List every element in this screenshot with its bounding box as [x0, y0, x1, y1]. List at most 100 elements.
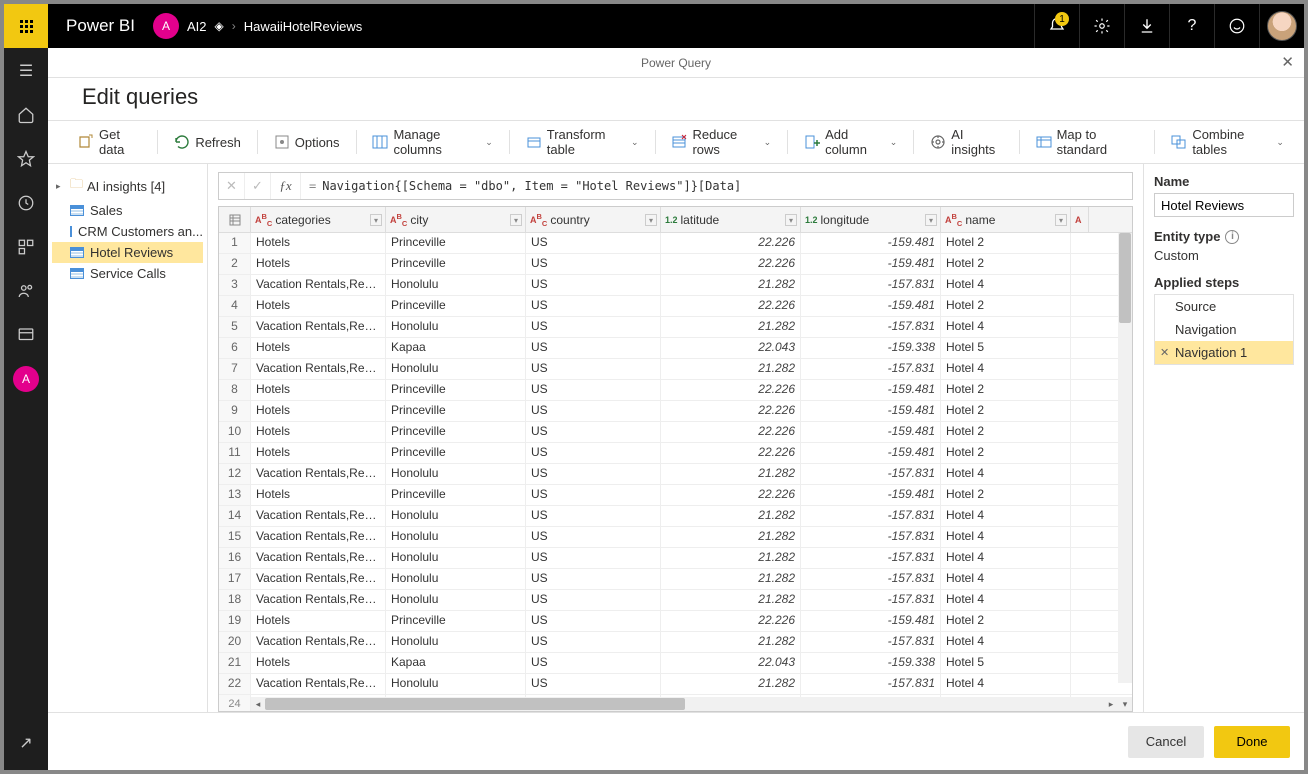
cell-latitude[interactable]: 22.226 — [661, 296, 801, 316]
cell-longitude[interactable]: -159.338 — [801, 338, 941, 358]
table-row[interactable]: 1HotelsPrincevilleUS22.226-159.481Hotel … — [219, 233, 1132, 254]
cell-latitude[interactable]: 21.282 — [661, 464, 801, 484]
breadcrumb-page[interactable]: HawaiiHotelReviews — [244, 19, 363, 34]
nav-share-button[interactable]: ↗ — [4, 726, 48, 760]
cell-city[interactable]: Honolulu — [386, 506, 526, 526]
cell-latitude[interactable]: 21.282 — [661, 548, 801, 568]
cell-longitude[interactable]: -159.481 — [801, 443, 941, 463]
add-column-button[interactable]: Add column ⌄ — [796, 123, 905, 161]
cell-country[interactable]: US — [526, 422, 661, 442]
cell-name[interactable]: Hotel 2 — [941, 611, 1071, 631]
cell-country[interactable]: US — [526, 653, 661, 673]
options-button[interactable]: Options — [266, 130, 348, 154]
cell-longitude[interactable]: -159.481 — [801, 233, 941, 253]
cell-longitude[interactable]: -157.831 — [801, 527, 941, 547]
profile-button[interactable] — [1259, 4, 1304, 48]
column-header[interactable]: ABC country▾ — [526, 207, 661, 232]
column-header[interactable]: ABC categories▾ — [251, 207, 386, 232]
cell-city[interactable]: Princeville — [386, 443, 526, 463]
cell-categories[interactable]: Hotels — [251, 380, 386, 400]
table-row[interactable]: 8HotelsPrincevilleUS22.226-159.481Hotel … — [219, 380, 1132, 401]
cell-latitude[interactable]: 22.226 — [661, 422, 801, 442]
cell-name[interactable]: Hotel 2 — [941, 296, 1071, 316]
formula-accept-button[interactable]: ✓ — [245, 173, 271, 199]
cell-categories[interactable]: Hotels — [251, 443, 386, 463]
table-row[interactable]: 10HotelsPrincevilleUS22.226-159.481Hotel… — [219, 422, 1132, 443]
cell-longitude[interactable]: -159.338 — [801, 653, 941, 673]
cell-categories[interactable]: Vacation Rentals,Resorts &... — [251, 569, 386, 589]
cell-longitude[interactable]: -159.481 — [801, 380, 941, 400]
cell-name[interactable]: Hotel 2 — [941, 380, 1071, 400]
cell-city[interactable]: Princeville — [386, 611, 526, 631]
cell-categories[interactable]: Vacation Rentals,Resorts &... — [251, 359, 386, 379]
vertical-scrollbar[interactable] — [1118, 233, 1132, 683]
applied-step[interactable]: Source — [1155, 295, 1293, 318]
column-filter-button[interactable]: ▾ — [785, 214, 797, 226]
cell-categories[interactable]: Hotels — [251, 254, 386, 274]
table-row[interactable]: 19HotelsPrincevilleUS22.226-159.481Hotel… — [219, 611, 1132, 632]
cell-name[interactable]: Hotel 4 — [941, 506, 1071, 526]
table-row[interactable]: 9HotelsPrincevilleUS22.226-159.481Hotel … — [219, 401, 1132, 422]
table-row[interactable]: 3Vacation Rentals,Resorts &...HonoluluUS… — [219, 275, 1132, 296]
cell-latitude[interactable]: 22.226 — [661, 611, 801, 631]
table-row[interactable]: 21HotelsKapaaUS22.043-159.338Hotel 5 — [219, 653, 1132, 674]
cell-name[interactable]: Hotel 2 — [941, 254, 1071, 274]
cell-name[interactable]: Hotel 2 — [941, 422, 1071, 442]
cell-longitude[interactable]: -157.831 — [801, 275, 941, 295]
breadcrumb-workspace[interactable]: AI2 — [187, 19, 207, 34]
ai-insights-button[interactable]: AI insights — [922, 123, 1010, 161]
cancel-button[interactable]: Cancel — [1128, 726, 1204, 758]
cell-categories[interactable]: Hotels — [251, 653, 386, 673]
table-row[interactable]: 22Vacation Rentals,Resorts &...HonoluluU… — [219, 674, 1132, 695]
column-header[interactable]: ABC name▾ — [941, 207, 1071, 232]
combine-tables-button[interactable]: Combine tables ⌄ — [1163, 123, 1292, 161]
delete-step-icon[interactable]: ✕ — [1160, 346, 1169, 359]
applied-step[interactable]: ✕Navigation 1 — [1155, 341, 1293, 364]
cell-categories[interactable]: Vacation Rentals,Resorts &... — [251, 527, 386, 547]
cell-country[interactable]: US — [526, 359, 661, 379]
cell-categories[interactable]: Hotels — [251, 233, 386, 253]
cell-latitude[interactable]: 21.282 — [661, 317, 801, 337]
cell-latitude[interactable]: 22.226 — [661, 380, 801, 400]
table-row[interactable]: 2HotelsPrincevilleUS22.226-159.481Hotel … — [219, 254, 1132, 275]
scroll-down-button[interactable]: ▾ — [1118, 697, 1132, 711]
cell-country[interactable]: US — [526, 674, 661, 694]
cell-country[interactable]: US — [526, 548, 661, 568]
cell-categories[interactable]: Vacation Rentals,Resorts &... — [251, 464, 386, 484]
get-data-button[interactable]: Get data — [70, 123, 149, 161]
cell-categories[interactable]: Hotels — [251, 296, 386, 316]
table-row[interactable]: 14Vacation Rentals,Resorts &...HonoluluU… — [219, 506, 1132, 527]
column-filter-button[interactable]: ▾ — [1055, 214, 1067, 226]
cell-city[interactable]: Honolulu — [386, 317, 526, 337]
manage-columns-button[interactable]: Manage columns ⌄ — [364, 123, 500, 161]
formula-cancel-button[interactable]: ✕ — [219, 173, 245, 199]
table-row[interactable]: 16Vacation Rentals,Resorts &...HonoluluU… — [219, 548, 1132, 569]
cell-name[interactable]: Hotel 4 — [941, 590, 1071, 610]
cell-city[interactable]: Princeville — [386, 233, 526, 253]
reduce-rows-button[interactable]: Reduce rows ⌄ — [663, 123, 779, 161]
cell-city[interactable]: Honolulu — [386, 674, 526, 694]
cell-longitude[interactable]: -157.831 — [801, 506, 941, 526]
cell-longitude[interactable]: -159.481 — [801, 485, 941, 505]
queries-group[interactable]: ▸ 🗀 AI insights [4] — [52, 172, 203, 200]
cell-name[interactable]: Hotel 4 — [941, 674, 1071, 694]
table-row[interactable]: 11HotelsPrincevilleUS22.226-159.481Hotel… — [219, 443, 1132, 464]
table-row[interactable]: 15Vacation Rentals,Resorts &...HonoluluU… — [219, 527, 1132, 548]
cell-city[interactable]: Princeville — [386, 422, 526, 442]
cell-name[interactable]: Hotel 4 — [941, 548, 1071, 568]
cell-categories[interactable]: Hotels — [251, 338, 386, 358]
cell-longitude[interactable]: -157.831 — [801, 590, 941, 610]
cell-country[interactable]: US — [526, 569, 661, 589]
column-filter-button[interactable]: ▾ — [925, 214, 937, 226]
scroll-left-button[interactable]: ◂ — [251, 697, 265, 711]
cell-longitude[interactable]: -157.831 — [801, 569, 941, 589]
cell-country[interactable]: US — [526, 443, 661, 463]
cell-name[interactable]: Hotel 4 — [941, 275, 1071, 295]
table-row[interactable]: 17Vacation Rentals,Resorts &...HonoluluU… — [219, 569, 1132, 590]
cell-categories[interactable]: Vacation Rentals,Resorts &... — [251, 632, 386, 652]
cell-country[interactable]: US — [526, 632, 661, 652]
cell-country[interactable]: US — [526, 338, 661, 358]
settings-button[interactable] — [1079, 4, 1124, 48]
cell-city[interactable]: Princeville — [386, 296, 526, 316]
cell-name[interactable]: Hotel 4 — [941, 632, 1071, 652]
